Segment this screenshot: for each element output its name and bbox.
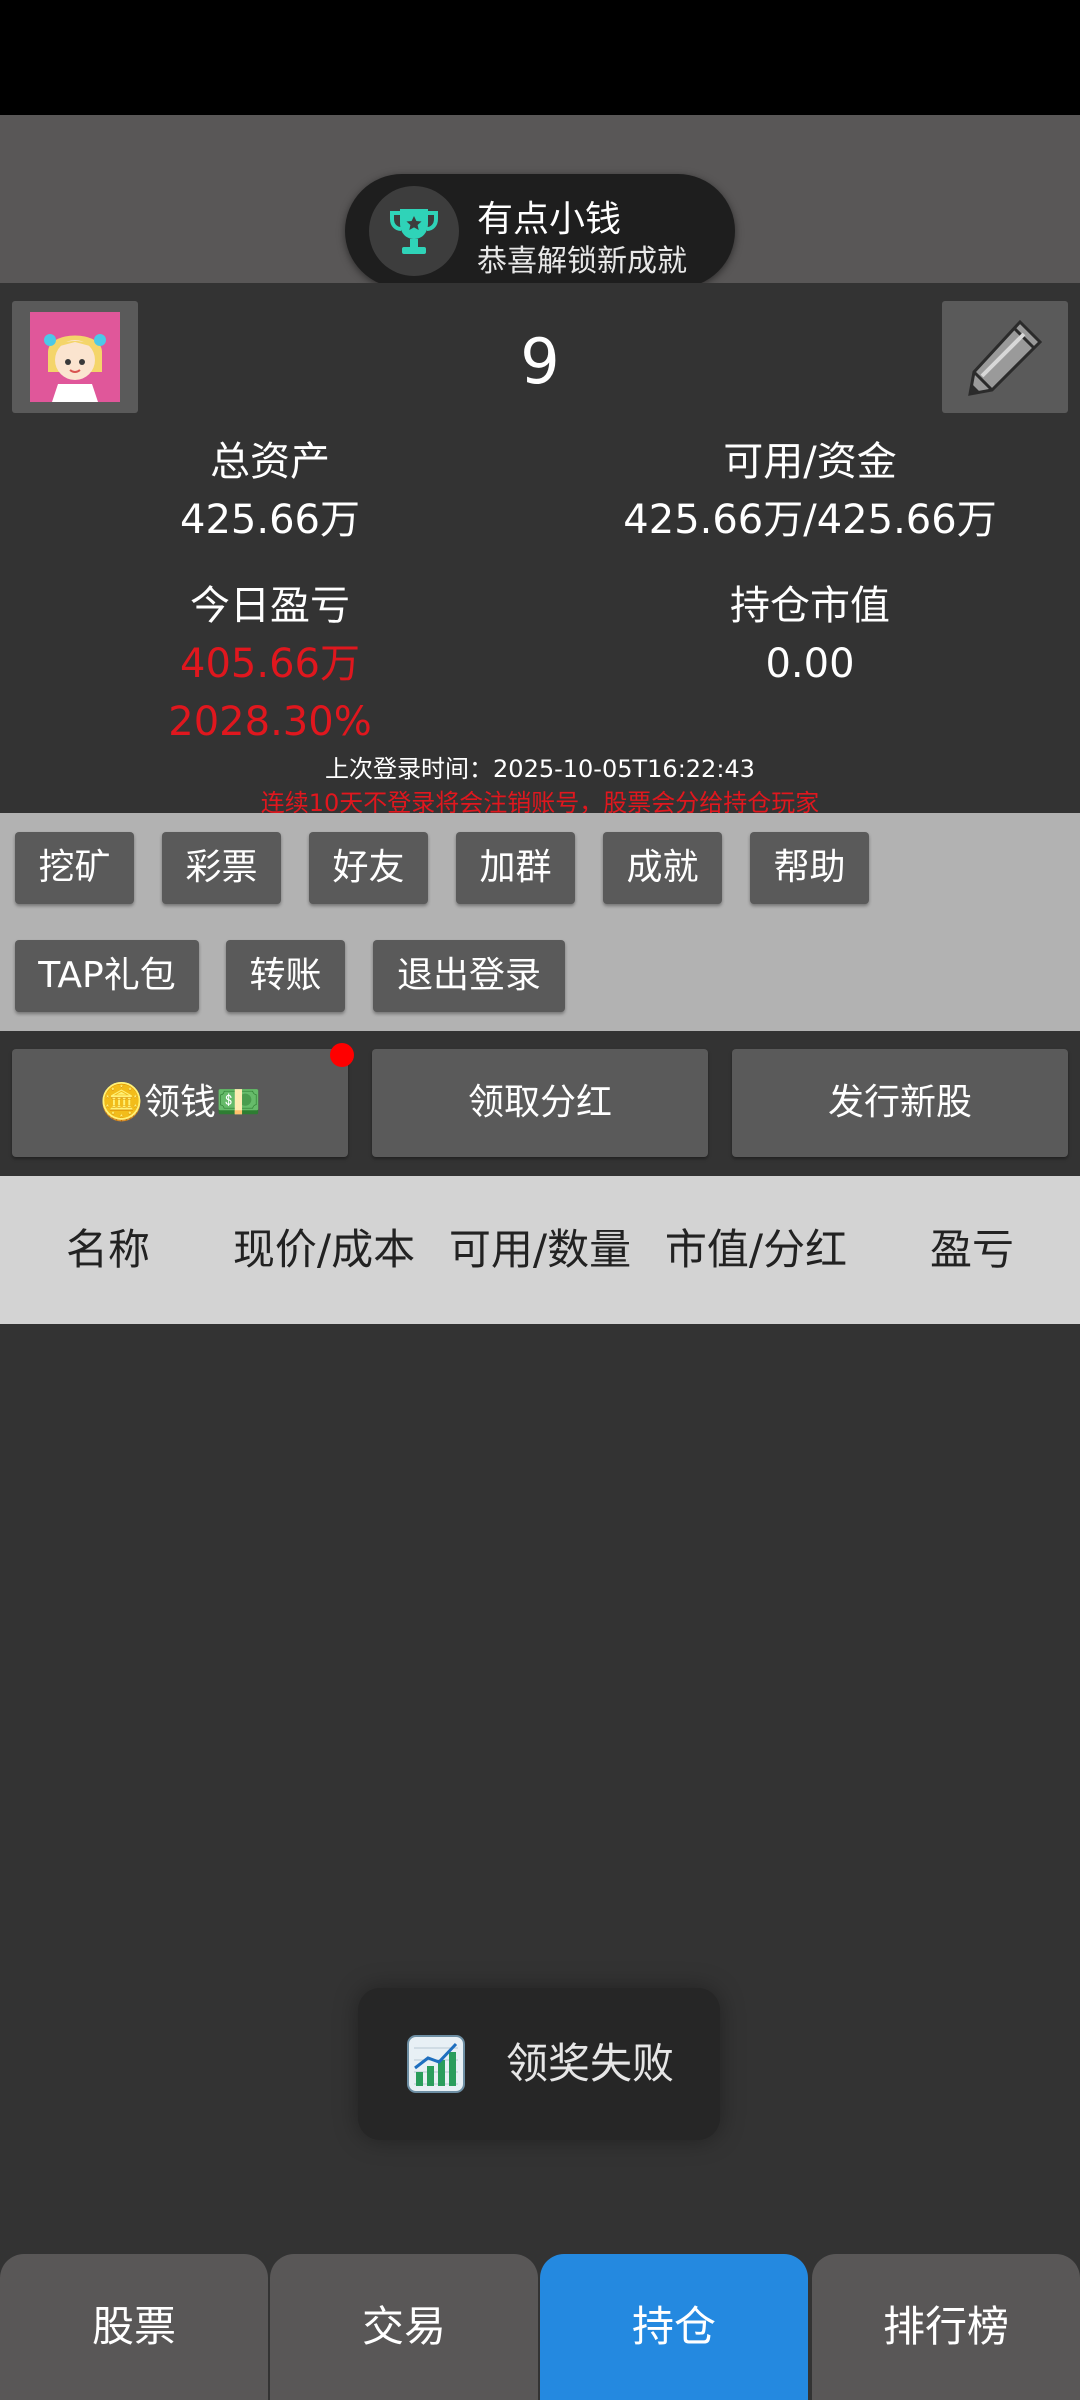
trophy-icon [369, 186, 459, 276]
last-login-time: 上次登录时间：2025-10-05T16:22:43 [325, 755, 755, 783]
position-value: 持仓市值 0.00 [540, 577, 1080, 693]
transfer-button[interactable]: 转账 [226, 940, 345, 1012]
column-header-name: 名称 [65, 1225, 150, 1274]
notification-dot [330, 1043, 354, 1067]
available-funds: 可用/资金 425.66万/425.66万 [540, 433, 1080, 549]
chart-increasing-icon [407, 2035, 465, 2093]
achievement-toast: 有点小钱 恭喜解锁新成就 [345, 174, 735, 288]
join-group-button[interactable]: 加群 [456, 832, 575, 904]
position-value-label: 持仓市值 [730, 583, 890, 629]
toast-text: 领奖失败 [506, 2039, 675, 2088]
profile-panel: 9 总资产 425.66万 可用/资金 425.66万/425.66万 今日盈亏… [0, 283, 1080, 817]
tab-holdings[interactable]: 持仓 [540, 2254, 808, 2400]
status-bar [0, 0, 1080, 115]
tab-stocks[interactable]: 股票 [0, 2254, 268, 2400]
today-pnl-label: 今日盈亏 [190, 583, 350, 629]
toast-message: 领奖失败 [358, 1988, 720, 2140]
pencil-icon [968, 319, 1043, 396]
column-header-price: 现价/成本 [232, 1225, 416, 1274]
tab-trade[interactable]: 交易 [270, 2254, 538, 2400]
tab-leaderboard[interactable]: 排行榜 [812, 2254, 1080, 2400]
column-header-market-value: 市值/分红 [664, 1225, 848, 1274]
tap-gift-button[interactable]: TAP礼包 [15, 940, 199, 1012]
total-assets-label: 总资产 [210, 439, 330, 485]
collect-money-button[interactable]: 🪙领钱💵 [12, 1049, 348, 1157]
total-assets: 总资产 425.66万 [0, 433, 540, 549]
logout-button[interactable]: 退出登录 [373, 940, 565, 1012]
achievements-button[interactable]: 成就 [603, 832, 722, 904]
issue-stock-button[interactable]: 发行新股 [732, 1049, 1068, 1157]
total-assets-value: 425.66万 [180, 497, 360, 543]
mining-button[interactable]: 挖矿 [15, 832, 134, 904]
position-value-value: 0.00 [765, 641, 855, 687]
friends-button[interactable]: 好友 [309, 832, 428, 904]
username: 9 [520, 325, 560, 398]
function-panel: 挖矿 彩票 好友 加群 成就 帮助 TAP礼包 转账 退出登录 [0, 813, 1080, 1031]
holdings-table-header: 名称 现价/成本 可用/数量 市值/分红 盈亏 [0, 1176, 1080, 1324]
column-header-pnl: 盈亏 [929, 1225, 1014, 1274]
achievement-subtitle: 恭喜解锁新成就 [477, 244, 687, 279]
column-header-quantity: 可用/数量 [448, 1225, 632, 1274]
help-button[interactable]: 帮助 [750, 832, 869, 904]
today-pnl-value: 405.66万 [180, 641, 360, 687]
today-pnl-percent: 2028.30% [168, 699, 372, 745]
collect-dividend-button[interactable]: 领取分红 [372, 1049, 708, 1157]
available-funds-label: 可用/资金 [723, 439, 897, 485]
today-pnl: 今日盈亏 405.66万 2028.30% [0, 577, 540, 751]
achievement-title: 有点小钱 [477, 199, 622, 240]
edit-button[interactable] [942, 301, 1068, 413]
available-funds-value: 425.66万/425.66万 [623, 497, 997, 543]
lottery-button[interactable]: 彩票 [162, 832, 281, 904]
